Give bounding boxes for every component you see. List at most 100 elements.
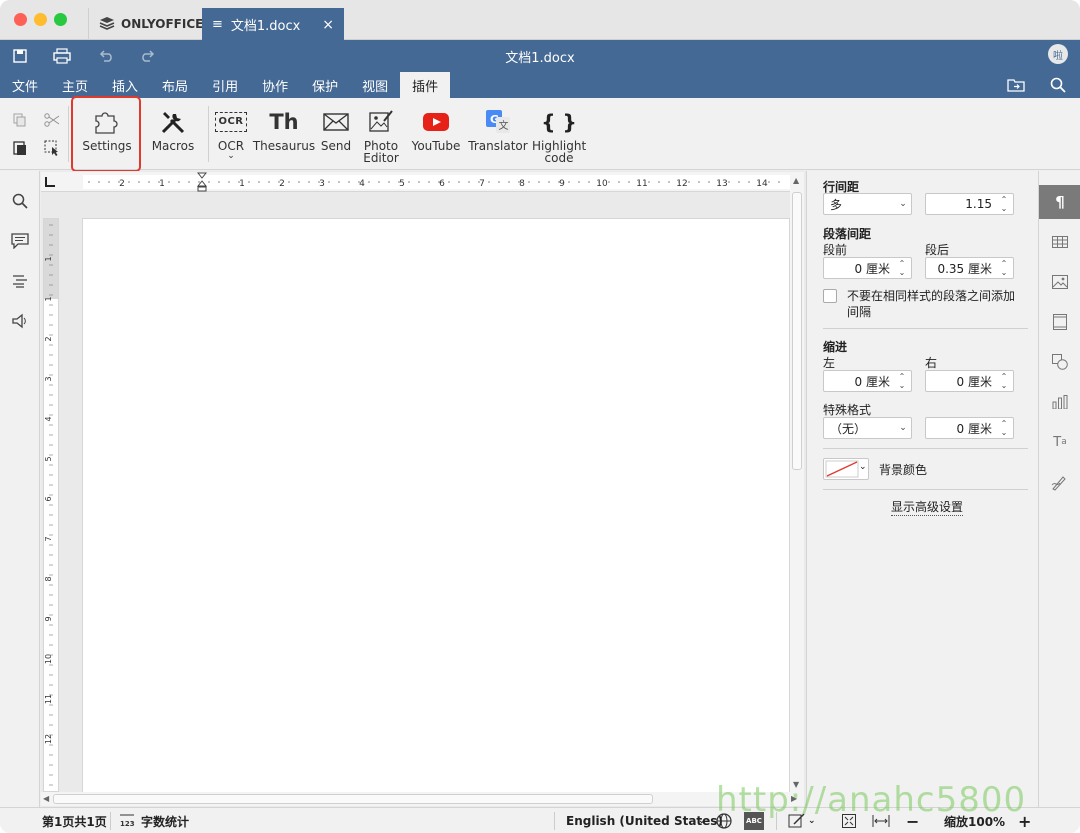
special-format-value-input[interactable]: 0 厘米 ⌃ ⌄ [925, 417, 1014, 439]
menu-layout[interactable]: 布局 [150, 72, 200, 98]
document-tab-label: 文档1.docx [230, 19, 301, 34]
menu-view[interactable]: 视图 [350, 72, 400, 98]
braces-glyph: { } [541, 110, 577, 134]
scroll-left-icon[interactable]: ◀ [43, 794, 49, 803]
line-spacing-value-input[interactable]: 1.15 ⌃ ⌄ [925, 193, 1014, 215]
send-plugin-button[interactable]: Send [318, 108, 354, 152]
line-spacing-mode-select[interactable]: 多 ⌄ [823, 193, 912, 215]
ruler-tick-label: 11 [44, 694, 53, 704]
special-format-select[interactable]: （无） ⌄ [823, 417, 912, 439]
spinner-icon[interactable]: ⌃ ⌄ [998, 419, 1010, 437]
ruler-tick-label: 8 [44, 576, 53, 581]
youtube-plugin-label: YouTube [411, 139, 461, 153]
paste-icon[interactable] [10, 138, 30, 158]
menu-home[interactable]: 主页 [50, 72, 100, 98]
background-color-picker[interactable]: ⌄ [823, 458, 869, 480]
highlight-code-plugin-label: Highlight code [532, 139, 587, 165]
chevron-down-icon: ⌄ [698, 816, 706, 826]
watermark: http://anahc5800 [716, 780, 1027, 820]
menu-plugins[interactable]: 插件 [400, 72, 451, 98]
main-menu: 文件 主页 插入 布局 引用 协作 保护 视图 插件 [0, 72, 451, 98]
feedback-icon[interactable] [10, 311, 30, 331]
app-tab-label: ONLYOFFICE [121, 17, 204, 31]
close-tab-icon[interactable]: × [322, 17, 334, 33]
show-advanced-settings-link[interactable]: 显示高级设置 [891, 498, 964, 516]
ruler-tick-label: 5 [44, 456, 53, 461]
document-tab[interactable]: ≡ 文档1.docx × [202, 8, 344, 41]
spinner-icon[interactable]: ⌃ ⌄ [896, 372, 908, 390]
close-window-button[interactable] [14, 13, 27, 26]
chevron-down-icon: ⌄ [899, 199, 907, 209]
vertical-scroll-thumb[interactable] [792, 192, 802, 470]
horizontal-scrollbar[interactable]: ◀ ▶ [41, 792, 804, 806]
ruler-tick-label: 9 [559, 179, 565, 189]
spinner-icon[interactable]: ⌃ ⌄ [998, 259, 1010, 277]
highlight-code-plugin-button[interactable]: { } Highlight code [532, 108, 586, 164]
menu-protection[interactable]: 保护 [300, 72, 350, 98]
line-spacing-value: 1.15 [965, 197, 992, 211]
scroll-up-icon[interactable]: ▲ [793, 176, 799, 185]
vertical-ruler[interactable]: 1 1 2 3 4 5 6 7 8 9 10 11 12 [43, 218, 59, 792]
open-file-location-icon[interactable] [1006, 76, 1026, 94]
minimize-window-button[interactable] [34, 13, 47, 26]
ruler-tick-label: 12 [44, 734, 53, 744]
vertical-scrollbar[interactable]: ▲ ▼ [790, 172, 804, 792]
user-avatar[interactable]: 啦 [1048, 44, 1068, 64]
signature-icon[interactable] [1050, 472, 1070, 492]
horizontal-scroll-thumb[interactable] [53, 794, 653, 804]
special-format-amount: 0 厘米 [956, 421, 992, 436]
youtube-plugin-button[interactable]: YouTube [410, 108, 462, 152]
app-tab[interactable]: ONLYOFFICE [88, 8, 204, 40]
search-icon[interactable] [10, 191, 30, 211]
spacing-after-input[interactable]: 0.35 厘米 ⌃ ⌄ [925, 257, 1014, 279]
spinner-icon[interactable]: ⌃ ⌄ [896, 259, 908, 277]
spacing-before-input[interactable]: 0 厘米 ⌃ ⌄ [823, 257, 912, 279]
ruler-tick-label: 6 [44, 496, 53, 501]
photo-editor-plugin-button[interactable]: Photo Editor [358, 108, 404, 164]
ruler-tick-label: 4 [359, 179, 365, 189]
menu-file[interactable]: 文件 [0, 72, 50, 98]
no-space-same-style-checkbox[interactable] [823, 289, 837, 303]
ruler-tick-label: 1 [239, 179, 245, 189]
right-rail: ¶ Ta [1038, 171, 1080, 807]
thesaurus-plugin-label: Thesaurus [252, 139, 316, 153]
thesaurus-plugin-button[interactable]: Th Thesaurus [252, 108, 316, 153]
macros-plugin-button[interactable]: Macros [150, 108, 196, 152]
copy-icon[interactable] [10, 110, 30, 130]
ruler-tick-label: 2 [279, 179, 285, 189]
ruler-tick-label: 14 [756, 179, 768, 189]
document-title: 文档1.docx [505, 51, 575, 66]
navigation-icon[interactable] [10, 271, 30, 291]
document-page[interactable] [82, 218, 790, 794]
header-footer-icon[interactable] [1050, 312, 1070, 332]
horizontal-ruler[interactable]: 2 1 1 2 3 4 5 6 7 8 9 10 11 12 13 14 [41, 172, 791, 192]
shape-icon[interactable] [1050, 352, 1070, 372]
indent-right-input[interactable]: 0 厘米 ⌃ ⌄ [925, 370, 1014, 392]
table-icon[interactable] [1050, 232, 1070, 252]
ruler-tick-label: 1 [44, 296, 53, 301]
youtube-icon [422, 108, 450, 136]
select-all-icon[interactable] [42, 138, 62, 158]
left-sidebar [0, 171, 40, 807]
cut-icon[interactable] [42, 110, 62, 130]
indent-left-input[interactable]: 0 厘米 ⌃ ⌄ [823, 370, 912, 392]
menu-collaboration[interactable]: 协作 [250, 72, 300, 98]
word-count-label[interactable]: 字数统计 [141, 808, 189, 833]
menu-references[interactable]: 引用 [200, 72, 250, 98]
image-icon[interactable] [1050, 272, 1070, 292]
comments-icon[interactable] [10, 231, 30, 251]
search-icon[interactable] [1048, 76, 1068, 94]
ocr-plugin-button[interactable]: OCR OCR ⌄ [214, 108, 248, 161]
special-format-value: （无） [830, 421, 867, 436]
spinner-icon[interactable]: ⌃ ⌄ [998, 195, 1010, 213]
spinner-icon[interactable]: ⌃ ⌄ [998, 372, 1010, 390]
translator-plugin-button[interactable]: G文 Translator [468, 108, 528, 152]
menu-insert[interactable]: 插入 [100, 72, 150, 98]
paragraph-icon[interactable]: ¶ [1050, 192, 1070, 212]
text-art-icon[interactable]: Ta [1050, 432, 1070, 452]
indent-marker-icon[interactable] [196, 172, 208, 192]
zoom-window-button[interactable] [54, 13, 67, 26]
chart-icon[interactable] [1050, 392, 1070, 412]
word-count-icon[interactable]: 123 [119, 808, 135, 833]
page-info[interactable]: 第1页共1页 [42, 808, 107, 833]
